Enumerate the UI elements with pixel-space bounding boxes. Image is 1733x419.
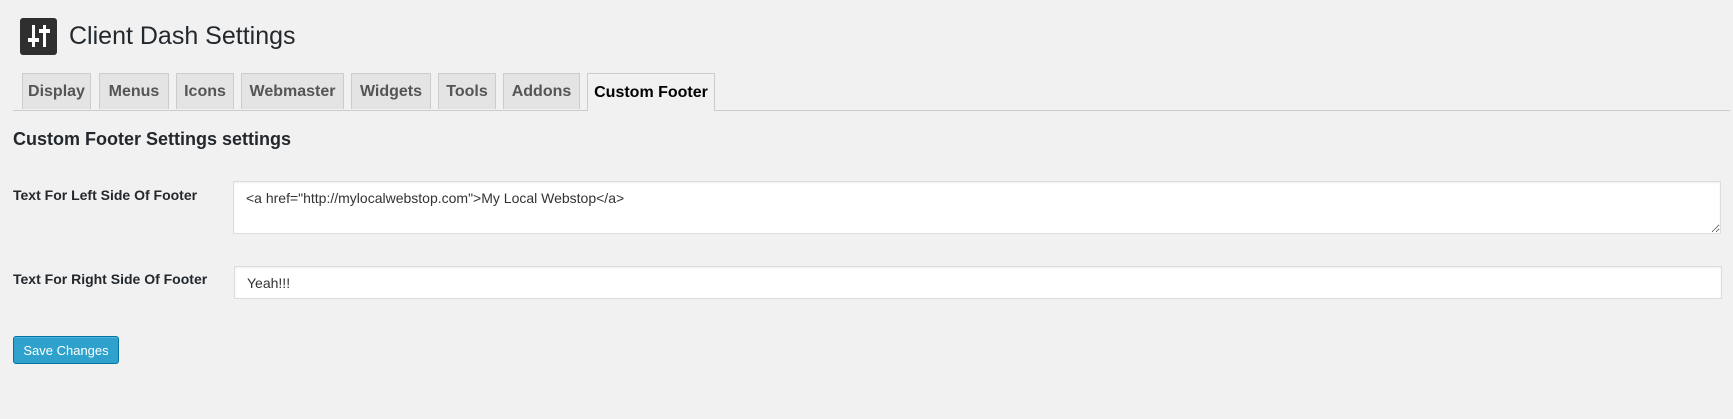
tab-webmaster[interactable]: Webmaster — [241, 73, 344, 109]
page-title: Client Dash Settings — [69, 21, 296, 50]
save-changes-button[interactable]: Save Changes — [13, 336, 119, 364]
tab-display[interactable]: Display — [22, 73, 91, 109]
tab-menus[interactable]: Menus — [99, 73, 169, 109]
settings-tabs: Display Menus Icons Webmaster Widgets To… — [13, 73, 1730, 111]
tab-widgets[interactable]: Widgets — [351, 73, 431, 109]
section-title: Custom Footer Settings settings — [13, 129, 292, 149]
right-footer-label: Text For Right Side Of Footer — [13, 271, 208, 287]
tab-custom-footer[interactable]: Custom Footer — [587, 73, 715, 111]
tab-tools[interactable]: Tools — [438, 73, 496, 109]
page-header: Client Dash Settings — [20, 17, 296, 55]
left-footer-label: Text For Left Side Of Footer — [13, 187, 198, 203]
left-footer-textarea[interactable]: <a href="http://mylocalwebstop.com">My L… — [233, 181, 1721, 234]
sliders-icon — [20, 17, 57, 55]
tab-icons[interactable]: Icons — [176, 73, 234, 109]
tab-addons[interactable]: Addons — [503, 73, 580, 109]
right-footer-input[interactable] — [234, 266, 1722, 299]
